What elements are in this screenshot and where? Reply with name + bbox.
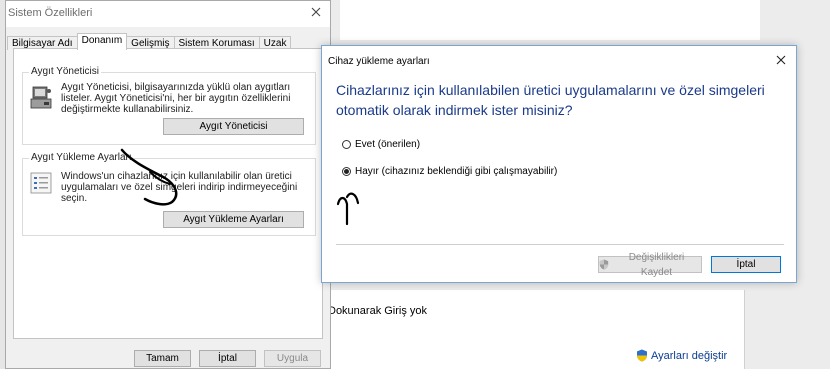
background-top-panel: [340, 0, 760, 40]
device-install-group: Aygıt Yükleme Ayarları Windows'un cihazl…: [22, 152, 316, 236]
device-install-description: Windows'un cihazlarınız için kullanılabi…: [61, 171, 298, 204]
device-install-legend: Aygıt Yükleme Ayarları: [29, 152, 134, 163]
device-install-settings-button[interactable]: Aygıt Yükleme Ayarları: [163, 211, 304, 228]
ok-button[interactable]: Tamam: [134, 350, 191, 367]
close-icon[interactable]: [308, 4, 324, 20]
cancel-button[interactable]: İptal: [199, 350, 256, 367]
dialog-question: Cihazlarınız için kullanılabilen üretici…: [336, 82, 765, 118]
dialog-cancel-button[interactable]: İptal: [711, 256, 781, 273]
divider: [336, 244, 784, 245]
change-settings-label: Ayarları değiştir: [651, 349, 728, 362]
hardware-tab-panel: Aygıt Yöneticisi Aygıt Yöneticisi, bilgi…: [13, 48, 323, 339]
close-icon[interactable]: [774, 53, 788, 67]
radio-label: Hayır (cihazınız beklendiği gibi çalışma…: [355, 166, 558, 177]
touch-input-text: Dokunarak Giriş yok: [328, 305, 428, 317]
device-manager-button[interactable]: Aygıt Yöneticisi: [163, 118, 304, 135]
save-changes-button[interactable]: Değişiklikleri Kaydet: [598, 252, 702, 278]
radio-button-selected[interactable]: [342, 167, 351, 176]
system-properties-window: Sistem Özellikleri Bilgisayar Adı Donanı…: [5, 0, 331, 369]
device-manager-group: Aygıt Yöneticisi Aygıt Yöneticisi, bilgi…: [22, 66, 316, 145]
tab-hardware[interactable]: Donanım: [76, 33, 128, 50]
device-manager-description: Aygıt Yöneticisi, bilgisayarınızda yüklü…: [61, 82, 291, 115]
tab-strip: Bilgisayar Adı Donanım Gelişmiş Sistem K…: [7, 33, 292, 50]
system-properties-titlebar: Sistem Özellikleri: [6, 1, 330, 27]
save-changes-label: Değişiklikleri Kaydet: [628, 251, 685, 278]
shield-icon: [636, 349, 648, 362]
shield-icon: [599, 259, 609, 270]
device-install-icon: [30, 172, 52, 194]
radio-label: Evet (önerilen): [355, 139, 421, 150]
dialog-title: Cihaz yükleme ayarları: [328, 56, 430, 67]
window-title: Sistem Özellikleri: [8, 7, 93, 19]
dialog-titlebar: Cihaz yükleme ayarları: [322, 46, 796, 74]
dialog-buttons: Tamam İptal Uygula: [6, 350, 332, 368]
device-manager-legend: Aygıt Yöneticisi: [29, 66, 102, 77]
change-settings-link[interactable]: Ayarları değiştir: [636, 349, 727, 362]
radio-button[interactable]: [342, 140, 351, 149]
device-installation-settings-dialog: Cihaz yükleme ayarları Cihazlarınız için…: [321, 45, 797, 283]
apply-button[interactable]: Uygula: [264, 350, 321, 367]
device-manager-icon: [30, 85, 54, 111]
radio-option-no[interactable]: Hayır (cihazınız beklendiği gibi çalışma…: [342, 166, 557, 177]
radio-option-yes[interactable]: Evet (önerilen): [342, 139, 420, 150]
